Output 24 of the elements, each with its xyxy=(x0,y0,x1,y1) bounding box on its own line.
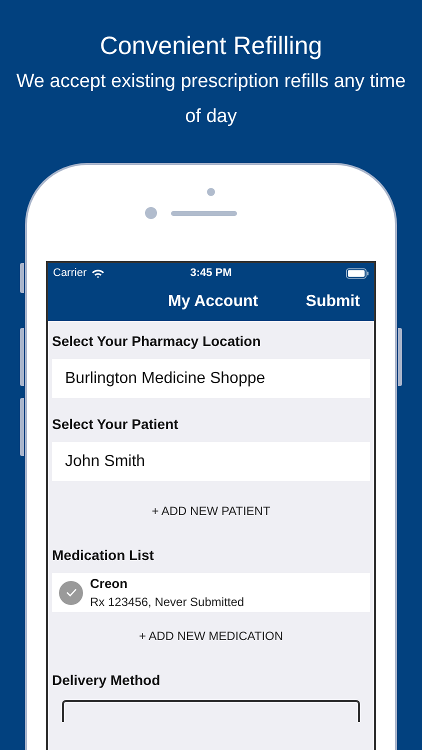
delivery-option-control[interactable] xyxy=(62,700,360,722)
add-button[interactable]: + ADD NEW PATIENT xyxy=(148,487,274,535)
nav-title: My Account xyxy=(168,293,258,311)
select-field[interactable]: John Smith xyxy=(52,442,370,481)
submit-button[interactable]: Submit xyxy=(306,293,360,311)
carrier-label: Carrier xyxy=(53,267,87,279)
checkmark-icon[interactable] xyxy=(59,580,83,604)
section-label: Select Your Pharmacy Location xyxy=(52,332,262,351)
section-label: Medication List xyxy=(52,546,155,565)
battery-icon xyxy=(346,268,369,278)
medication-detail: Rx 123456, Never Submitted xyxy=(90,595,244,609)
camera-dot xyxy=(145,207,157,219)
speaker-slot xyxy=(171,210,237,216)
section-label: Select Your Patient xyxy=(52,415,180,434)
add-button[interactable]: + ADD NEW MEDICATION xyxy=(134,612,288,660)
medication-name: Creon xyxy=(90,576,129,591)
subheadline: We accept existing prescription refills any time of day xyxy=(15,70,407,129)
section-label: Delivery Method xyxy=(52,671,162,690)
status-time: 3:45 PM xyxy=(190,267,232,279)
medication-row[interactable]: Creon Rx 123456, Never Submitted xyxy=(52,573,370,612)
wifi-icon xyxy=(92,268,104,278)
sensor-dot xyxy=(207,188,215,196)
select-field[interactable]: Burlington Medicine Shoppe xyxy=(52,359,370,398)
headline: Convenient Refilling xyxy=(98,31,324,62)
